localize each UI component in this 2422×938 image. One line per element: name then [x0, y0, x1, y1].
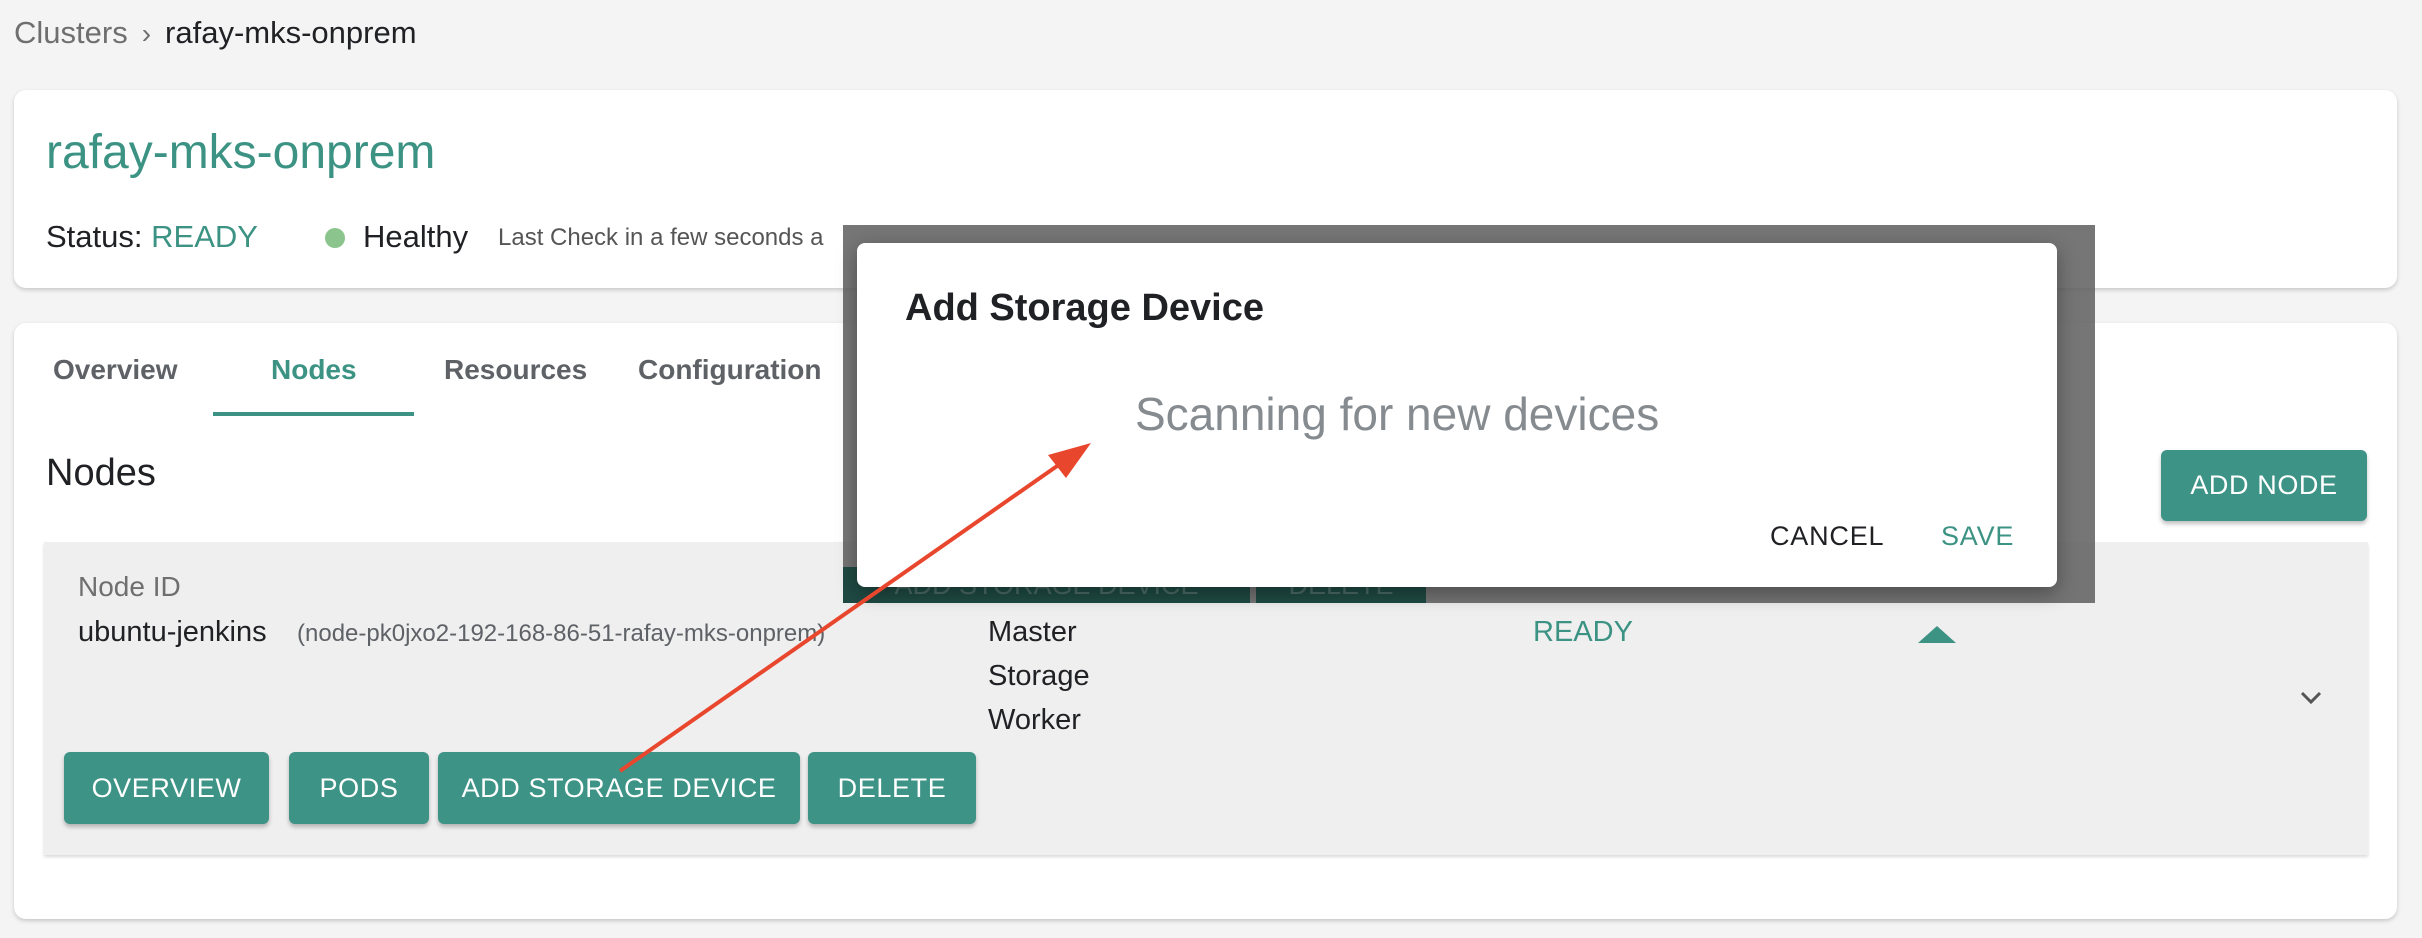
- node-status: READY: [1533, 616, 1633, 648]
- node-id-label: Node ID: [78, 571, 181, 602]
- node-role-master: Master: [988, 616, 1077, 648]
- node-name: ubuntu-jenkins: [78, 616, 267, 648]
- cluster-title: rafay-mks-onprem: [46, 126, 436, 179]
- breadcrumb-clusters-link[interactable]: Clusters: [14, 15, 128, 50]
- tab-configuration[interactable]: Configuration: [638, 345, 822, 395]
- node-delete-button[interactable]: DELETE: [808, 752, 976, 824]
- last-check-text: Last Check in a few seconds a: [498, 224, 824, 251]
- chevron-down-icon[interactable]: [2294, 680, 2328, 714]
- cluster-status: Status: READY: [46, 214, 258, 260]
- status-label: Status:: [46, 219, 143, 254]
- health-status: Healthy: [363, 219, 469, 254]
- add-node-button[interactable]: ADD NODE: [2161, 450, 2367, 521]
- active-tab-indicator: [213, 412, 414, 416]
- tab-resources[interactable]: Resources: [444, 345, 587, 395]
- node-full-id: (node-pk0jxo2-192-168-86-51-rafay-mks-on…: [297, 620, 826, 647]
- dialog-cancel-button[interactable]: CANCEL: [1770, 516, 1884, 556]
- dialog-title: Add Storage Device: [905, 287, 1264, 329]
- dialog-scanning-message: Scanning for new devices: [1135, 388, 1660, 440]
- breadcrumb-separator: ›: [141, 18, 152, 49]
- tab-overview[interactable]: Overview: [53, 345, 178, 395]
- breadcrumb: Clusters › rafay-mks-onprem: [14, 10, 417, 57]
- node-role-worker: Worker: [988, 704, 1081, 736]
- status-value: READY: [151, 219, 258, 254]
- tab-nodes[interactable]: Nodes: [271, 345, 357, 395]
- caret-up-icon[interactable]: [1918, 626, 1956, 643]
- health-dot-icon: [325, 228, 345, 248]
- node-role-storage: Storage: [988, 660, 1090, 692]
- node-pods-button[interactable]: PODS: [289, 752, 429, 824]
- breadcrumb-current: rafay-mks-onprem: [165, 15, 417, 50]
- node-overview-button[interactable]: OVERVIEW: [64, 752, 269, 824]
- nodes-heading: Nodes: [46, 452, 156, 494]
- add-storage-device-button[interactable]: ADD STORAGE DEVICE: [438, 752, 800, 824]
- dialog-save-button[interactable]: SAVE: [1941, 516, 2014, 556]
